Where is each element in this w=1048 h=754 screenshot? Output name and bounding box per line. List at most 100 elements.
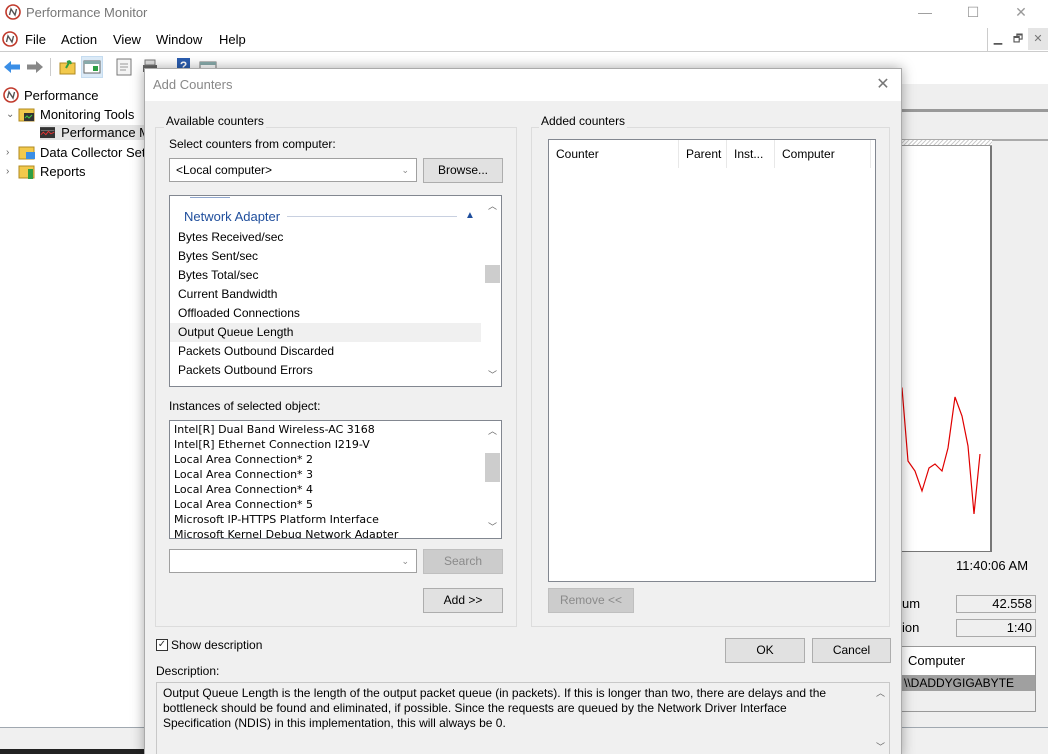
counter-item[interactable]: Bytes Total/sec <box>170 266 481 285</box>
column-header-instance[interactable]: Inst... <box>727 140 775 168</box>
instances-scrollbar[interactable]: ︿ ﹀ <box>484 421 501 538</box>
counters-listbox[interactable]: Network Adapter ▲ Bytes Received/sec Byt… <box>169 195 502 387</box>
category-header-network-adapter[interactable]: Network Adapter <box>184 209 280 224</box>
tree-item-data-collector-sets[interactable]: › Data Collector Set <box>6 144 146 160</box>
scroll-up-icon[interactable]: ︿ <box>484 198 501 215</box>
properties-icon <box>116 58 132 76</box>
column-header-computer[interactable]: Computer <box>775 140 871 168</box>
counter-item[interactable]: Packets Outbound Errors <box>170 361 481 380</box>
column-header-counter[interactable]: Counter <box>549 140 679 168</box>
tree-item-performance-monitor[interactable]: Performance M <box>40 125 150 140</box>
remove-button[interactable]: Remove << <box>548 588 634 613</box>
menu-view[interactable]: View <box>113 32 141 47</box>
stat-label-maximum: um <box>902 596 921 611</box>
search-instances-combobox[interactable]: ⌄ <box>169 549 417 573</box>
chevron-down-icon[interactable]: ⌄ <box>6 109 18 120</box>
previous-category-fragment <box>190 196 230 198</box>
add-button[interactable]: Add >> <box>423 588 503 613</box>
up-folder-button[interactable] <box>57 56 79 78</box>
show-hide-tree-button[interactable] <box>81 56 103 78</box>
chevron-right-icon[interactable]: › <box>6 166 18 177</box>
browse-button[interactable]: Browse... <box>423 158 503 183</box>
description-text: Output Queue Length is the length of the… <box>156 682 890 754</box>
counter-item[interactable]: Bytes Received/sec <box>170 228 481 247</box>
tree-label: Reports <box>40 163 86 179</box>
menu-help[interactable]: Help <box>219 32 246 47</box>
instance-item[interactable]: Local Area Connection* 5 <box>174 497 313 512</box>
dialog-close-button[interactable]: ✕ <box>871 73 895 97</box>
instance-item[interactable]: Microsoft IP-HTTPS Platform Interface <box>174 512 379 527</box>
performance-graph[interactable] <box>900 140 992 552</box>
mdi-close-button[interactable]: ✕ <box>1028 28 1048 50</box>
properties-button[interactable] <box>113 56 135 78</box>
scrollbar-thumb[interactable] <box>485 265 500 283</box>
graph-time-label: 11:40:06 AM <box>956 558 1029 573</box>
instance-item[interactable]: Intel[R] Dual Band Wireless-AC 3168 <box>174 422 375 437</box>
counter-item[interactable]: Current Bandwidth <box>170 285 481 304</box>
counter-item[interactable]: Offloaded Connections <box>170 304 481 323</box>
scrollbar-thumb[interactable] <box>485 453 500 482</box>
scroll-up-icon[interactable]: ︿ <box>872 685 889 702</box>
stat-label-duration: ion <box>902 620 920 635</box>
counter-item-hovered[interactable]: Output Queue Length <box>170 323 481 342</box>
scroll-down-icon[interactable]: ﹀ <box>484 519 501 536</box>
select-computer-label: Select counters from computer: <box>169 137 336 151</box>
minimize-button[interactable]: — <box>902 0 948 24</box>
column-header-parent[interactable]: Parent <box>679 140 727 168</box>
up-folder-icon <box>59 60 76 75</box>
counter-trace-line <box>900 385 981 515</box>
counter-item[interactable]: Packets Outbound Discarded <box>170 342 481 361</box>
close-button[interactable]: ✕ <box>998 0 1044 24</box>
legend-row[interactable]: \\DADDYGIGABYTE <box>901 675 1035 691</box>
window-titlebar: Performance Monitor — ☐ ✕ <box>0 0 1048 26</box>
chevron-down-icon: ⌄ <box>401 556 409 566</box>
forward-icon <box>27 61 43 73</box>
legend-column-computer[interactable]: Computer <box>901 647 1035 675</box>
mdi-restore-button[interactable]: 🗗 <box>1008 28 1028 50</box>
tree-item-reports[interactable]: › Reports <box>6 163 86 179</box>
ok-button[interactable]: OK <box>725 638 805 663</box>
taskbar-edge <box>0 749 148 754</box>
description-scrollbar[interactable]: ︿ ﹀ <box>872 683 889 754</box>
scroll-down-icon[interactable]: ﹀ <box>484 367 501 384</box>
counter-item[interactable]: Bytes Sent/sec <box>170 247 481 266</box>
stat-value-duration: 1:40 <box>956 619 1036 637</box>
search-button[interactable]: Search <box>423 549 503 574</box>
tree-item-monitoring-tools[interactable]: ⌄ Monitoring Tools <box>6 106 134 122</box>
chevron-down-icon: ⌄ <box>401 165 409 175</box>
back-button[interactable] <box>1 56 23 78</box>
counters-scrollbar[interactable]: ︿ ﹀ <box>484 196 501 386</box>
instance-item[interactable]: Local Area Connection* 2 <box>174 452 313 467</box>
chevron-right-icon[interactable]: › <box>6 147 18 158</box>
monitoring-folder-icon <box>18 108 35 122</box>
show-hide-tree-icon <box>83 60 101 74</box>
tree-item-performance[interactable]: Performance <box>3 87 98 103</box>
computer-combobox[interactable]: <Local computer> ⌄ <box>169 158 417 182</box>
instance-item[interactable]: Local Area Connection* 4 <box>174 482 313 497</box>
navigation-tree: Performance ⌄ Monitoring Tools Performan… <box>0 84 150 729</box>
reports-icon <box>18 165 35 179</box>
cancel-button[interactable]: Cancel <box>812 638 891 663</box>
maximize-button[interactable]: ☐ <box>950 0 996 24</box>
menu-action[interactable]: Action <box>61 32 97 47</box>
dialog-titlebar: Add Counters ✕ <box>145 69 901 101</box>
perfmon-icon <box>3 87 19 103</box>
menu-window[interactable]: Window <box>156 32 202 47</box>
scroll-up-icon[interactable]: ︿ <box>484 423 501 440</box>
show-description-label[interactable]: Show description <box>171 638 262 652</box>
collapse-caret-icon[interactable]: ▲ <box>465 210 475 221</box>
show-description-checkbox[interactable]: ✓ <box>156 639 168 651</box>
instances-listbox[interactable]: Intel[R] Dual Band Wireless-AC 3168 Inte… <box>169 420 502 539</box>
menu-file[interactable]: File <box>25 32 46 47</box>
forward-button[interactable] <box>24 56 46 78</box>
added-counters-list[interactable]: Counter Parent Inst... Computer <box>548 139 876 582</box>
instance-item[interactable]: Microsoft Kernel Debug Network Adapter <box>174 527 398 538</box>
instance-item[interactable]: Local Area Connection* 3 <box>174 467 313 482</box>
instance-item[interactable]: Intel[R] Ethernet Connection I219-V <box>174 437 370 452</box>
mdi-system-icon[interactable] <box>2 31 18 50</box>
tree-label: Performance M <box>61 125 150 140</box>
scroll-down-icon[interactable]: ﹀ <box>872 739 889 754</box>
mdi-minimize-button[interactable]: ▁ <box>988 28 1008 50</box>
tree-label: Performance <box>24 87 99 103</box>
tree-label: Data Collector Set <box>40 144 146 160</box>
